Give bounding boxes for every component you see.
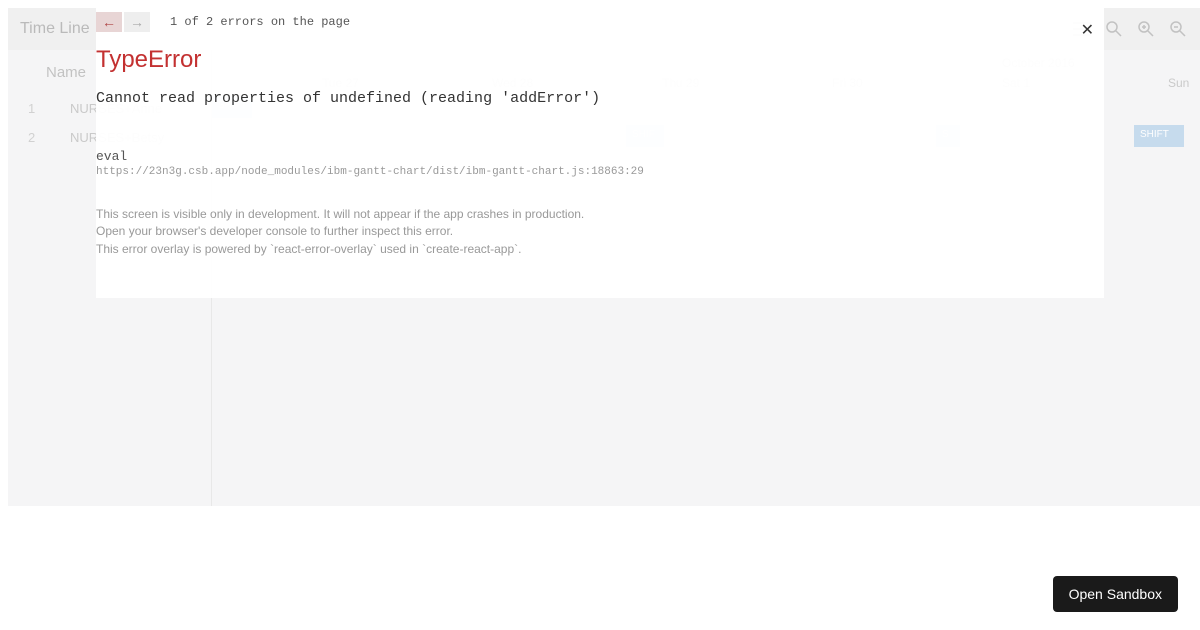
error-function: eval: [96, 149, 1104, 164]
next-error-button[interactable]: →: [124, 12, 150, 32]
search-icon[interactable]: [1104, 19, 1124, 39]
error-nav: ← → 1 of 2 errors on the page: [96, 8, 1104, 36]
error-overlay: ← → 1 of 2 errors on the page ✕ TypeErro…: [96, 8, 1104, 298]
arrow-left-icon: ←: [102, 14, 116, 30]
note-line: Open your browser's developer console to…: [96, 223, 1104, 240]
note-line: This error overlay is powered by `react-…: [96, 241, 1104, 258]
row-number: 2: [28, 130, 70, 145]
note-line: This screen is visible only in developme…: [96, 206, 1104, 223]
shift-bar[interactable]: SHIFT: [1134, 125, 1184, 147]
error-counter: 1 of 2 errors on the page: [170, 15, 350, 29]
error-notes: This screen is visible only in developme…: [96, 206, 1104, 258]
close-icon: ✕: [1081, 22, 1094, 39]
zoom-in-icon[interactable]: [1136, 19, 1156, 39]
error-source: https://23n3g.csb.app/node_modules/ibm-g…: [96, 166, 1104, 178]
error-message: Cannot read properties of undefined (rea…: [96, 90, 1104, 107]
prev-error-button[interactable]: ←: [96, 12, 122, 32]
error-type: TypeError: [96, 46, 1104, 74]
gantt-title: Time Line: [20, 20, 90, 38]
row-number: 1: [28, 101, 70, 116]
zoom-out-icon[interactable]: [1168, 19, 1188, 39]
open-sandbox-button[interactable]: Open Sandbox: [1053, 576, 1178, 612]
arrow-right-icon: →: [130, 14, 144, 30]
day-label: Sun: [1168, 76, 1189, 90]
close-button[interactable]: ✕: [1081, 20, 1094, 40]
